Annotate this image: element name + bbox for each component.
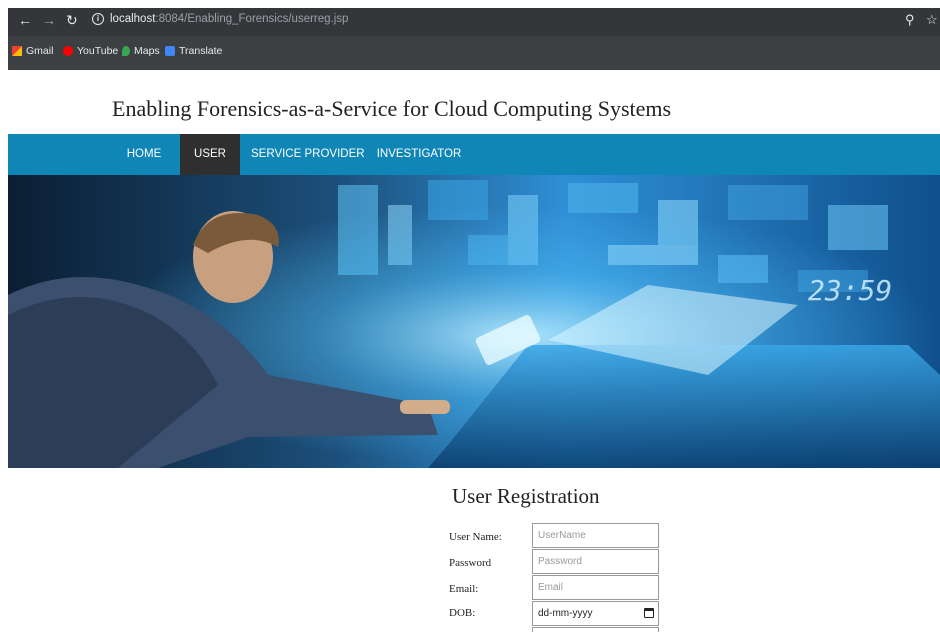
email-input[interactable]: Email: [532, 575, 659, 600]
banner-clock-text: 23:59: [808, 274, 892, 307]
bookmark-maps[interactable]: Maps: [122, 45, 160, 57]
maps-icon: [122, 46, 130, 56]
bookmark-gmail[interactable]: Gmail: [12, 45, 53, 57]
nav-investigator[interactable]: INVESTIGATOR: [376, 134, 462, 175]
bookmark-star-icon[interactable]: ☆: [926, 12, 938, 28]
site-title: Enabling Forensics-as-a-Service for Clou…: [112, 96, 672, 121]
back-arrow-icon[interactable]: ←: [18, 12, 32, 28]
calendar-icon[interactable]: [644, 608, 654, 618]
main-navbar: HOME USER SERVICE PROVIDER INVESTIGATOR: [8, 134, 940, 175]
banner-illustration: 23:59: [8, 175, 940, 468]
dob-placeholder: dd-mm-yyyy: [538, 608, 593, 619]
nav-user[interactable]: USER: [180, 134, 240, 175]
youtube-icon: [63, 46, 73, 56]
forward-arrow-icon[interactable]: →: [42, 12, 56, 28]
nav-home[interactable]: HOME: [118, 134, 170, 175]
address-bar[interactable]: localhost:8084/Enabling_Forensics/userre…: [110, 13, 348, 25]
zoom-icon[interactable]: ⚲: [905, 12, 915, 28]
bookmark-youtube[interactable]: YouTube: [63, 45, 118, 57]
reload-icon[interactable]: ↻: [66, 12, 78, 28]
password-label: Password: [449, 557, 492, 569]
site-info-icon[interactable]: i: [92, 13, 104, 25]
nav-service-provider[interactable]: SERVICE PROVIDER: [251, 134, 365, 175]
registration-title: User Registration: [452, 484, 600, 508]
bookmark-label: Gmail: [26, 45, 54, 57]
bookmark-label: YouTube: [77, 45, 119, 57]
email-label: Email:: [449, 583, 479, 595]
hero-banner-image: 23:59: [8, 175, 940, 468]
bookmark-translate[interactable]: Translate: [165, 45, 222, 57]
username-label: User Name:: [449, 531, 502, 543]
url-path: :8084/Enabling_Forensics/userreg.jsp: [155, 13, 349, 25]
username-input[interactable]: UserName: [532, 523, 659, 548]
password-input[interactable]: Password: [532, 549, 659, 574]
gmail-icon: [12, 46, 22, 56]
bookmark-label: Translate: [179, 45, 223, 57]
next-input[interactable]: [532, 627, 659, 632]
bookmark-label: Maps: [134, 45, 160, 57]
url-host: localhost: [110, 13, 156, 25]
dob-label: DOB:: [449, 607, 476, 619]
dob-input[interactable]: dd-mm-yyyy: [532, 601, 659, 626]
translate-icon: [165, 46, 175, 56]
